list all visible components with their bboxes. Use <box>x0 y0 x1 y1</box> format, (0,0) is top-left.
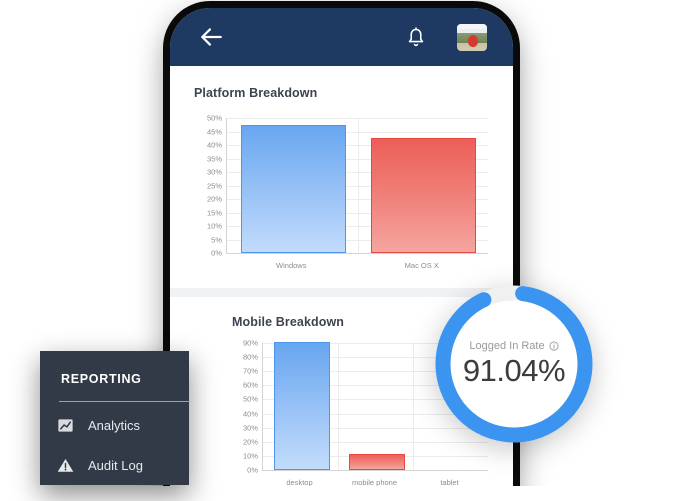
mobile-y-axis: 0% 10% 20% 30% 40% 50% 60% 70% 80% 90% <box>232 339 262 487</box>
logged-in-rate-gauge: Logged In Rate 91.04% <box>428 278 600 450</box>
y-axis-tick: 20% <box>242 437 258 447</box>
platform-breakdown-card: Platform Breakdown 0% 5% 10% 15% 20% 25% 30% 35… <box>170 66 513 288</box>
y-axis-tick: 50% <box>242 394 258 404</box>
analytics-chart-icon <box>56 416 75 435</box>
x-axis-label: Mac OS X <box>404 261 439 270</box>
y-axis-tick: 5% <box>211 235 222 244</box>
y-axis-tick: 30% <box>206 167 222 177</box>
platform-y-axis: 0% 5% 10% 15% 20% 25% 30% 35% 40% 45% 50% <box>196 114 226 270</box>
y-axis-tick: 40% <box>242 409 258 419</box>
y-axis-tick: 0% <box>211 248 222 258</box>
gridline-vertical <box>338 343 339 470</box>
background-left <box>0 0 163 342</box>
bar-mobile-phone[interactable] <box>348 453 405 470</box>
info-icon[interactable] <box>549 340 559 351</box>
y-axis-tick: 70% <box>242 366 258 376</box>
bar-Windows[interactable] <box>240 125 346 253</box>
mobile-card-title: Mobile Breakdown <box>232 315 345 329</box>
y-axis-tick: 35% <box>206 154 222 163</box>
bell-icon[interactable] <box>405 25 457 49</box>
sidebar-item-label: Analytics <box>88 418 141 433</box>
y-axis-tick: 80% <box>242 352 258 362</box>
y-axis-tick: 0% <box>247 465 258 475</box>
background-bottom <box>0 486 700 501</box>
sidebar-item-audit-log[interactable]: Audit Log <box>56 456 176 475</box>
platform-card-title: Platform Breakdown <box>194 86 318 100</box>
reporting-panel: REPORTING Analytics Audit Log <box>40 351 190 485</box>
y-axis-tick: 60% <box>242 380 258 390</box>
sidebar-item-label: Audit Log <box>88 458 143 473</box>
x-axis-label: Windows <box>276 261 307 270</box>
y-axis-tick: 20% <box>206 194 222 204</box>
app-bar <box>170 8 513 66</box>
avatar[interactable] <box>457 23 487 51</box>
warning-triangle-icon <box>56 456 75 475</box>
y-axis-tick: 45% <box>206 127 222 136</box>
y-axis-tick: 15% <box>206 208 222 217</box>
gauge-label-text: Logged In Rate <box>469 339 545 352</box>
y-axis-tick: 30% <box>242 423 258 433</box>
back-arrow-icon[interactable] <box>170 24 224 50</box>
gauge-text-group: Logged In Rate 91.04% <box>428 278 600 450</box>
y-axis-tick: 10% <box>242 451 258 461</box>
reporting-divider <box>59 401 190 402</box>
y-axis-tick: 40% <box>206 140 222 150</box>
platform-breakdown-chart: 0% 5% 10% 15% 20% 25% 30% 35% 40% 45% 50% Windows M… <box>196 114 488 270</box>
sidebar-item-analytics[interactable]: Analytics <box>56 416 176 435</box>
y-axis-tick: 90% <box>242 338 258 348</box>
y-axis-tick: 10% <box>206 221 222 231</box>
gridline-vertical <box>413 343 414 470</box>
gauge-value: 91.04% <box>462 352 566 388</box>
y-axis-tick: 25% <box>206 181 222 190</box>
gauge-label-row: Logged In Rate <box>469 339 559 352</box>
bar-desktop[interactable] <box>273 342 330 470</box>
bar-Mac-OS-X[interactable] <box>371 137 477 253</box>
platform-plot-area <box>226 118 488 254</box>
y-axis-tick: 50% <box>206 113 222 123</box>
gridline-vertical <box>357 118 359 253</box>
reporting-title: REPORTING <box>61 372 142 386</box>
